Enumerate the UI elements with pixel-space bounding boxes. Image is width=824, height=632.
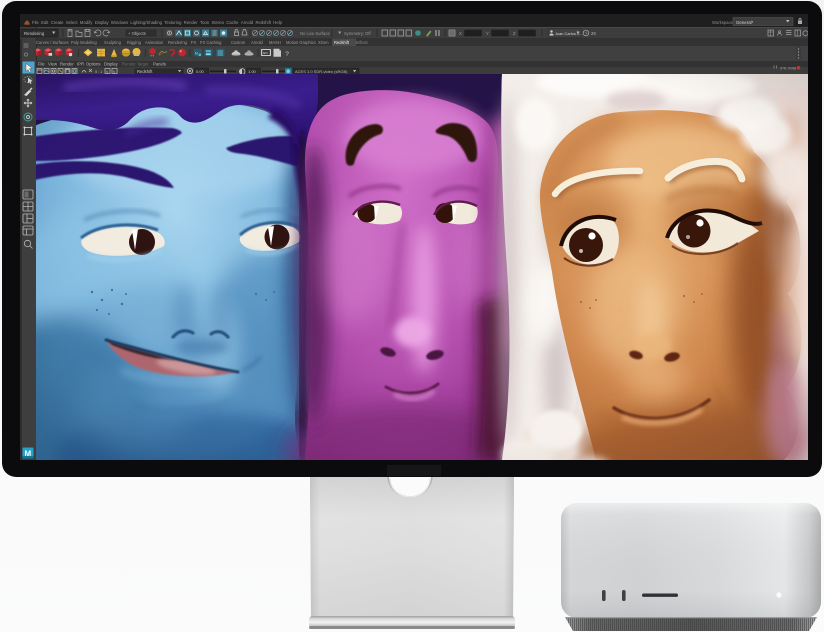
svg-text:Poly Modeling: Poly Modeling <box>71 40 97 45</box>
svg-text:+ Objects: + Objects <box>128 31 146 36</box>
svg-text:Animation: Animation <box>145 40 164 45</box>
svg-text:Rigging: Rigging <box>127 40 142 45</box>
svg-text:?: ? <box>285 51 289 58</box>
svg-text:FX Caching: FX Caching <box>200 40 222 45</box>
svg-text:Rendering: Rendering <box>168 40 188 45</box>
svg-text:View: View <box>48 62 58 67</box>
svg-text:IPR: IPR <box>780 66 787 71</box>
svg-text:Redshift: Redshift <box>334 40 350 45</box>
svg-text:General*: General* <box>736 20 754 25</box>
svg-text:Sculpting: Sculpting <box>104 40 122 45</box>
svg-text:Render: Render <box>60 62 74 67</box>
svg-text:Panels: Panels <box>153 62 166 67</box>
svg-text:IPR: IPR <box>77 62 84 67</box>
svg-text:Display: Display <box>104 62 119 67</box>
svg-text:X: X <box>459 31 462 36</box>
svg-text:FX: FX <box>191 40 197 45</box>
svg-text:XGen: XGen <box>318 40 329 45</box>
svg-text:GO: GO <box>263 51 268 55</box>
svg-text:Workspace: Workspace <box>712 20 734 25</box>
svg-text:M: M <box>195 51 198 56</box>
svg-text:File Edit Create Select Mo: File Edit Create Select Modify Display W… <box>32 20 283 25</box>
svg-text:Y: Y <box>486 31 489 36</box>
svg-text:Symmetry: Off: Symmetry: Off <box>344 31 372 36</box>
svg-text:MASH: MASH <box>269 40 281 45</box>
svg-text:29: 29 <box>591 31 596 36</box>
svg-text:Z: Z <box>513 31 516 36</box>
svg-text:Custom: Custom <box>231 40 246 45</box>
svg-text:No Live Surface: No Live Surface <box>300 31 330 36</box>
svg-text:Motion Graphics: Motion Graphics <box>286 40 316 45</box>
svg-text:File: File <box>38 62 45 67</box>
svg-text:Arnold: Arnold <box>251 40 264 45</box>
svg-text:Bifrost: Bifrost <box>356 40 368 45</box>
svg-text:Options: Options <box>86 62 100 67</box>
svg-text:Render Target: Render Target <box>122 62 149 67</box>
svg-text:Curves / Surfaces: Curves / Surfaces <box>36 40 69 45</box>
svg-text:0MB: 0MB <box>788 66 797 71</box>
